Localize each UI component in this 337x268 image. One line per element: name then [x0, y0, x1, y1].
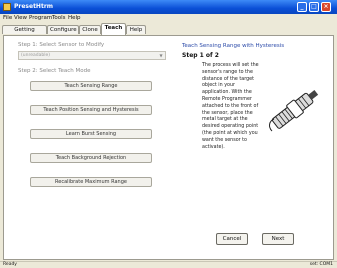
cancel-button[interactable]: Cancel: [216, 233, 248, 245]
sensor-illustration: [269, 90, 319, 132]
minimize-icon[interactable]: _: [297, 2, 307, 12]
status-text: Ready: [3, 262, 17, 267]
tab-help[interactable]: Help: [126, 25, 146, 34]
teach-mode-pane: Step 1: Select Sensor to Modify (unreada…: [8, 40, 172, 254]
menu-program[interactable]: Program: [29, 15, 52, 21]
instruction-pane: Teach Sensing Range with Hysteresis Step…: [180, 39, 328, 255]
app-icon: [3, 3, 11, 11]
tab-teach[interactable]: Teach: [101, 23, 126, 35]
sensor-select-value: (unreadable): [21, 53, 50, 58]
menu-tools[interactable]: Tools: [52, 15, 66, 21]
teach-sensing-range-button[interactable]: Teach Sensing Range: [30, 81, 152, 91]
window-title: PresetHtrm: [14, 3, 54, 10]
status-bar: Ready set: COM1: [0, 261, 337, 268]
connection-status: set: COM1: [309, 262, 333, 267]
menu-bar: File View Program Tools Help: [0, 14, 337, 23]
step1-label: Step 1: Select Sensor to Modify: [18, 42, 105, 48]
instruction-title: Teach Sensing Range with Hysteresis: [182, 43, 285, 49]
sensor-select[interactable]: (unreadable) ▼: [18, 51, 166, 60]
menu-help[interactable]: Help: [68, 15, 81, 21]
menu-view[interactable]: View: [14, 15, 27, 21]
step-indicator: Step 1 of 2: [182, 52, 219, 59]
recalibrate-maximum-range-button[interactable]: Recalibrate Maximum Range: [30, 177, 152, 187]
maximize-icon[interactable]: □: [309, 2, 319, 12]
teach-background-rejection-button[interactable]: Teach Background Rejection: [30, 153, 152, 163]
learn-burst-sensing-button[interactable]: Learn Burst Sensing: [30, 129, 152, 139]
next-button[interactable]: Next: [262, 233, 294, 245]
instruction-text: The process will set the sensor's range …: [202, 63, 259, 150]
app-window: PresetHtrm _ □ × File View Program Tools…: [0, 0, 337, 268]
close-icon[interactable]: ×: [321, 2, 331, 12]
title-bar: PresetHtrm _ □ ×: [0, 0, 337, 14]
tab-clone[interactable]: Clone: [79, 25, 101, 34]
tab-strip: Getting Started Configure Clone Teach He…: [0, 23, 337, 42]
menu-file[interactable]: File: [3, 15, 12, 21]
tab-configure[interactable]: Configure: [47, 25, 79, 34]
chevron-down-icon: ▼: [159, 53, 163, 58]
step2-label: Step 2: Select Teach Mode: [18, 68, 91, 74]
teach-panel: Step 1: Select Sensor to Modify (unreada…: [3, 35, 334, 260]
tab-getting-started[interactable]: Getting Started: [2, 25, 47, 42]
teach-position-hysteresis-button[interactable]: Teach Position Sensing and Hysteresis: [30, 105, 152, 115]
